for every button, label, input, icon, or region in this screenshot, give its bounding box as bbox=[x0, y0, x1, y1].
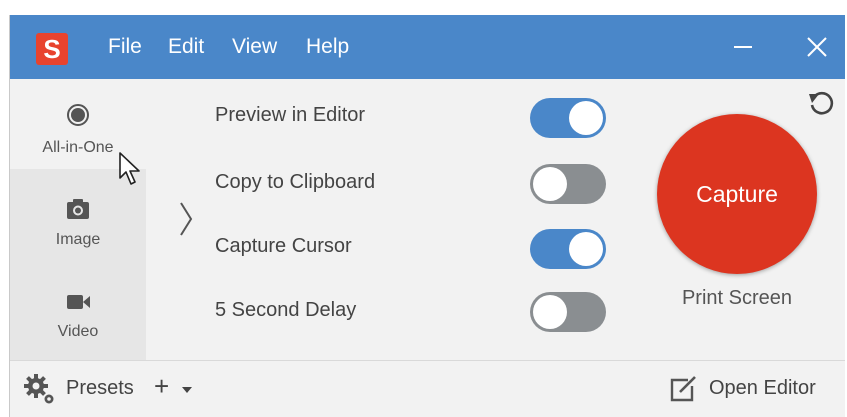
mode-all-in-one[interactable]: All-in-One bbox=[10, 79, 185, 169]
menu-help[interactable]: Help bbox=[306, 15, 349, 79]
minimize-icon bbox=[734, 46, 752, 48]
capture-hotkey: Print Screen bbox=[681, 287, 793, 309]
capture-button[interactable]: Capture bbox=[657, 114, 817, 274]
video-camera-icon bbox=[67, 295, 90, 309]
open-editor-label: Open Editor bbox=[709, 377, 816, 399]
close-button[interactable] bbox=[794, 15, 840, 79]
menu-edit[interactable]: Edit bbox=[168, 15, 204, 79]
toggle-knob bbox=[569, 101, 603, 135]
close-icon bbox=[807, 37, 827, 57]
toggle-knob bbox=[533, 295, 567, 329]
capture-cursor-toggle[interactable] bbox=[530, 229, 606, 269]
5-second-delay-toggle[interactable] bbox=[530, 292, 606, 332]
chevron-down-icon[interactable] bbox=[182, 387, 192, 393]
toggle-knob bbox=[569, 232, 603, 266]
camera-icon bbox=[67, 199, 89, 219]
toggle-knob bbox=[533, 167, 567, 201]
option-label-capture-cursor: Capture Cursor bbox=[215, 235, 352, 257]
snagit-capture-window: S File Edit View Help All-in-One Image V… bbox=[9, 15, 845, 417]
menu-view[interactable]: View bbox=[232, 15, 277, 79]
mode-video[interactable]: Video bbox=[10, 269, 146, 359]
mode-label: Image bbox=[55, 231, 101, 248]
copy-to-clipboard-toggle[interactable] bbox=[530, 164, 606, 204]
option-label-preview-in-editor: Preview in Editor bbox=[215, 104, 366, 126]
reset-icon[interactable] bbox=[808, 91, 836, 119]
title-bar[interactable]: S File Edit View Help bbox=[10, 15, 845, 79]
mouse-cursor-icon bbox=[119, 152, 140, 185]
mode-label: Video bbox=[57, 323, 99, 340]
option-label-copy-to-clipboard: Copy to Clipboard bbox=[215, 171, 376, 193]
chevron-right-icon[interactable] bbox=[178, 201, 194, 237]
logo-letter: S bbox=[43, 34, 61, 64]
capture-mode-sidebar: All-in-One Image Video bbox=[10, 79, 185, 360]
gear-icon[interactable] bbox=[24, 374, 56, 406]
snagit-logo-icon: S bbox=[36, 33, 68, 65]
presets-button[interactable]: Presets bbox=[66, 377, 134, 400]
minimize-button[interactable] bbox=[720, 15, 766, 79]
menu-file[interactable]: File bbox=[108, 15, 142, 79]
preview-in-editor-toggle[interactable] bbox=[530, 98, 606, 138]
add-preset-button[interactable]: + bbox=[154, 373, 169, 399]
mode-image[interactable]: Image bbox=[10, 177, 146, 267]
open-editor-icon bbox=[670, 376, 696, 402]
bottom-bar: Presets + Open Editor bbox=[10, 361, 845, 417]
option-label-5-second-delay: 5 Second Delay bbox=[215, 299, 357, 321]
record-dot-icon bbox=[67, 104, 89, 126]
